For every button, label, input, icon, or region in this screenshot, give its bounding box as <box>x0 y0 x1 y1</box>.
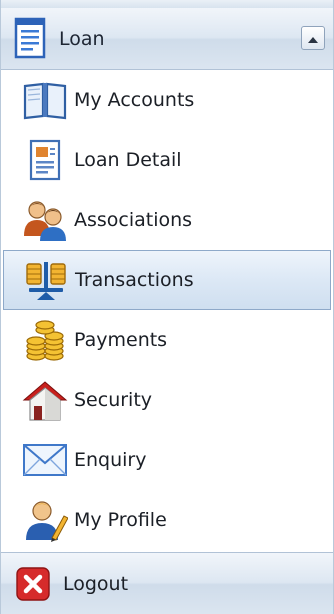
menu-item-enquiry[interactable]: Enquiry <box>1 430 333 490</box>
collapse-button[interactable] <box>301 26 325 50</box>
user-pen-icon <box>21 496 69 544</box>
house-icon <box>21 376 69 424</box>
logout-button[interactable]: Logout <box>1 552 333 614</box>
menu-item-payments[interactable]: Payments <box>1 310 333 370</box>
navigation-panel: Loan My Accounts Loan Detail Association… <box>0 0 334 614</box>
book-icon <box>21 76 69 124</box>
loan-group-title: Loan <box>59 27 105 50</box>
menu-item-transactions[interactable]: Transactions <box>3 250 331 310</box>
loan-group-header[interactable]: Loan <box>1 8 333 70</box>
menu-item-loan-detail[interactable]: Loan Detail <box>1 130 333 190</box>
menu-item-label: Security <box>74 389 153 411</box>
menu-item-associations[interactable]: Associations <box>1 190 333 250</box>
menu-item-my-profile[interactable]: My Profile <box>1 490 333 550</box>
people-icon <box>21 196 69 244</box>
close-red-icon <box>13 564 53 604</box>
envelope-icon <box>21 436 69 484</box>
coin-stacks-icon <box>21 316 69 364</box>
document-icon <box>11 16 51 62</box>
menu-item-label: Payments <box>74 329 168 351</box>
menu-item-label: Enquiry <box>74 449 147 471</box>
logout-label: Logout <box>63 572 129 595</box>
loan-detail-icon <box>21 136 69 184</box>
menu-item-my-accounts[interactable]: My Accounts <box>1 70 333 130</box>
menu-item-label: Transactions <box>75 269 194 291</box>
coins-scale-icon <box>22 256 70 304</box>
menu-item-label: My Profile <box>74 509 167 531</box>
menu-item-security[interactable]: Security <box>1 370 333 430</box>
menu-item-label: My Accounts <box>74 89 195 111</box>
menu-item-label: Loan Detail <box>74 149 182 171</box>
chevron-up-icon <box>307 29 319 48</box>
menu-list: My Accounts Loan Detail Associations Tra… <box>1 70 333 550</box>
menu-item-label: Associations <box>74 209 193 231</box>
